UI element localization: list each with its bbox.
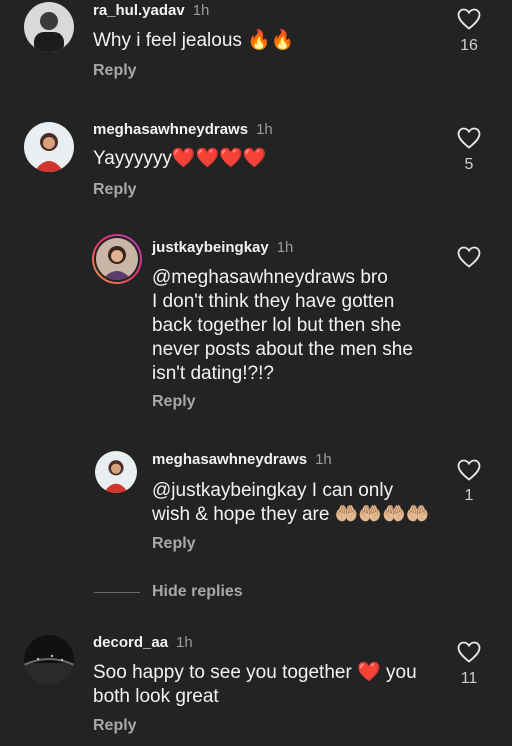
reply-button[interactable]: Reply (152, 393, 196, 411)
like-button[interactable] (456, 459, 482, 481)
like-count: 11 (460, 670, 478, 687)
comment-meta: meghasawhneydraws 1h (152, 451, 332, 469)
timestamp: 1h (192, 2, 210, 19)
timestamp: 1h (256, 121, 273, 138)
reply-button[interactable]: Reply (152, 535, 196, 553)
username[interactable]: decord_aa (93, 634, 168, 651)
like-count: 1 (464, 487, 474, 504)
comment-text-line: wish & hope they are 🤲🏼🤲🏼🤲🏼🤲🏼 (152, 504, 430, 525)
avatar[interactable] (24, 635, 74, 685)
comment-text: Soo happy to see you together ❤️ you bot… (93, 661, 417, 709)
comment-text-line: I don't think they have gotten (152, 291, 395, 312)
timestamp: 1h (315, 451, 332, 468)
heart-icon (457, 8, 481, 30)
comment-text-line: back together lol but then she (152, 315, 402, 336)
comment-text: Why i feel jealous 🔥🔥 (93, 30, 295, 51)
comment-text: @justkaybeingkay I can only wish & hope … (152, 479, 429, 527)
comment-text-line: both look great (93, 686, 219, 707)
heart-icon (457, 641, 481, 663)
avatar[interactable] (24, 2, 74, 52)
like-count: 5 (464, 156, 474, 173)
avatar[interactable] (95, 451, 137, 493)
like-count: 16 (460, 37, 478, 54)
username[interactable]: justkaybeingkay (152, 239, 269, 256)
heart-icon (457, 127, 481, 149)
like-button[interactable] (456, 8, 482, 30)
comment-text-line: Soo happy to see you together ❤️ you (93, 662, 417, 683)
reply-button[interactable]: Reply (93, 62, 137, 80)
comment-meta: meghasawhneydraws 1h (93, 121, 273, 139)
like-button[interactable] (456, 127, 482, 149)
timestamp: 1h (176, 634, 193, 651)
comment-meta: justkaybeingkay 1h (152, 239, 293, 257)
avatar (96, 238, 138, 280)
username[interactable]: meghasawhneydraws (152, 451, 307, 468)
comment-text: @meghasawhneydraws bro I don't think the… (152, 266, 413, 386)
reply-button[interactable]: Reply (93, 717, 137, 735)
comment-meta: ra_hul.yadav 1h (93, 2, 209, 20)
comment-text-line: never posts about the men she (152, 339, 413, 360)
heart-icon (457, 246, 481, 268)
comment-text-line: @meghasawhneydraws bro (152, 267, 388, 288)
avatar[interactable] (24, 122, 74, 172)
comment-meta: decord_aa 1h (93, 634, 193, 652)
timestamp: 1h (276, 239, 294, 256)
comment-text-line: isn't dating!?!? (152, 363, 274, 384)
hide-replies-divider (94, 592, 140, 593)
like-button[interactable] (456, 641, 482, 663)
username[interactable]: ra_hul.yadav (93, 2, 185, 19)
hide-replies-button[interactable]: Hide replies (152, 583, 243, 601)
avatar-story-ring[interactable] (92, 234, 142, 284)
username[interactable]: meghasawhneydraws (93, 121, 248, 138)
comment-text: Yayyyyyy❤️❤️❤️❤️ (93, 148, 267, 169)
comment-text-line: @justkaybeingkay I can only (152, 480, 394, 501)
heart-icon (457, 459, 481, 481)
reply-button[interactable]: Reply (93, 181, 137, 199)
like-button[interactable] (456, 246, 482, 268)
